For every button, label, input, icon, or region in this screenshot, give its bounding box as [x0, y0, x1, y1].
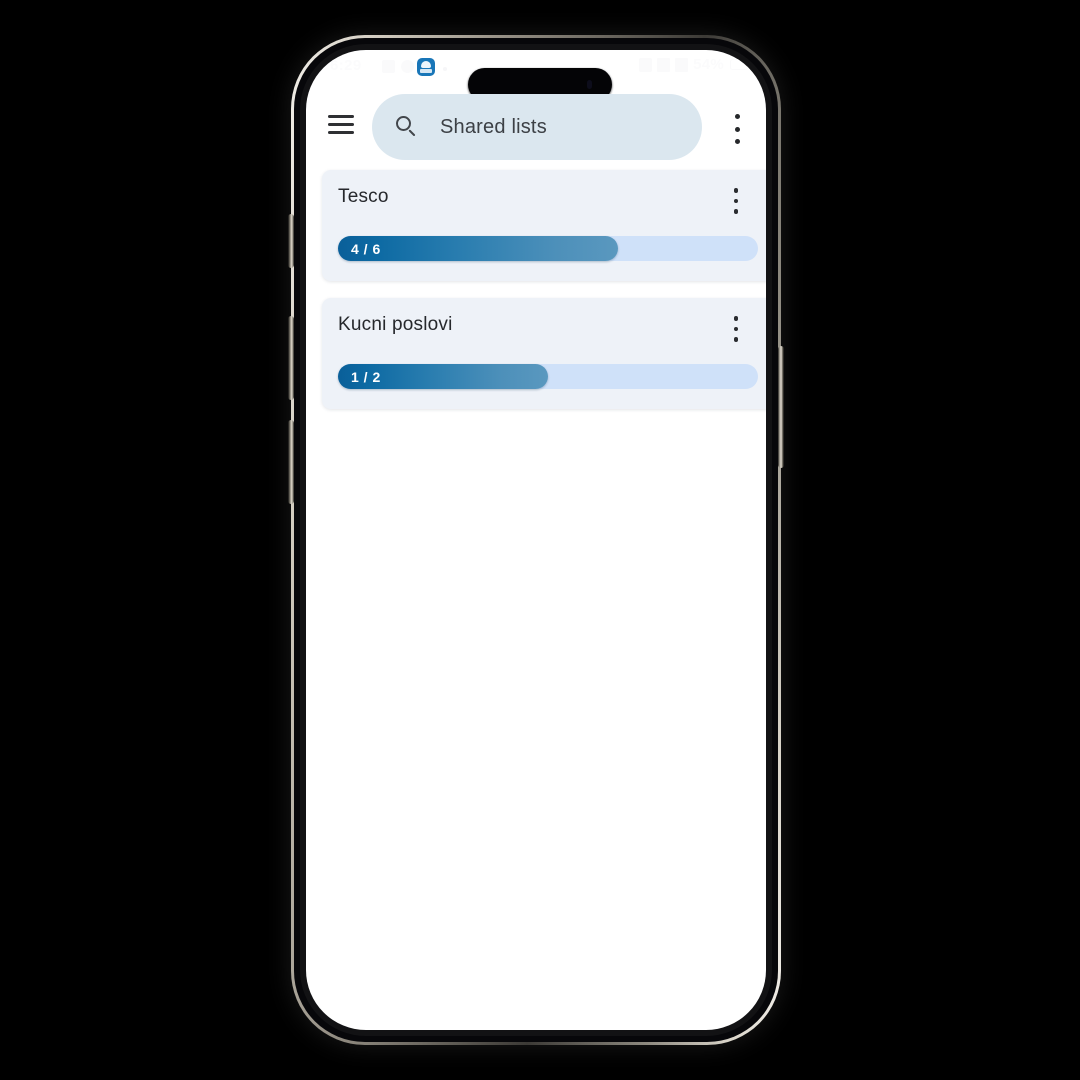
hamburger-line — [328, 123, 354, 126]
more-dot — [733, 188, 739, 193]
list-progress-label: 4 / 6 — [351, 240, 381, 257]
search-icon-handle — [408, 129, 416, 137]
list-progress-fill: 4 / 6 — [338, 236, 619, 261]
power-button[interactable] — [778, 346, 784, 468]
list-progress-track: 1 / 2 — [338, 364, 758, 389]
status-bar-right-cluster: 54% — [639, 56, 748, 73]
overflow-dot-icon — [443, 67, 447, 71]
more-dot — [734, 114, 740, 119]
battery-icon — [730, 59, 748, 70]
shared-lists-container: Tesco 4 / 6 Kucni poslovi 1 / 2 — [306, 170, 766, 1030]
alarm-icon — [639, 57, 653, 72]
list-overflow-menu-icon[interactable] — [727, 316, 745, 342]
list-item[interactable]: Tesco 4 / 6 — [322, 170, 766, 281]
blue-app-icon — [417, 58, 435, 76]
hamburger-menu-icon[interactable] — [328, 115, 354, 134]
volume-up-button[interactable] — [288, 316, 294, 400]
app-bar: Shared lists — [306, 88, 766, 170]
list-progress-track: 4 / 6 — [338, 236, 758, 261]
list-progress-fill: 1 / 2 — [338, 364, 548, 389]
more-dot — [733, 209, 739, 214]
list-progress-label: 1 / 2 — [351, 368, 381, 385]
battery-percent-label: 54% — [693, 56, 724, 73]
screenshot-stage: 6:29 54% Shared lists Tesco 4 / 6 Kucni … — [0, 0, 1080, 1080]
more-dot — [733, 326, 739, 332]
wifi-icon — [657, 57, 671, 72]
list-title: Tesco — [338, 186, 389, 207]
search-input-value: Shared lists — [440, 115, 547, 138]
hamburger-line — [328, 131, 354, 134]
list-overflow-menu-icon[interactable] — [727, 188, 745, 214]
list-item[interactable]: Kucni poslovi 1 / 2 — [322, 298, 766, 409]
signal-icon — [675, 57, 689, 72]
notification-icon-round — [401, 60, 414, 73]
more-dot — [734, 139, 740, 144]
search-icon — [396, 116, 418, 138]
mute-switch-button[interactable] — [288, 214, 294, 268]
more-dot — [734, 126, 740, 132]
more-dot — [733, 198, 739, 204]
more-dot — [733, 316, 739, 321]
volume-down-button[interactable] — [288, 420, 294, 504]
list-title: Kucni poslovi — [338, 314, 453, 335]
hamburger-line — [328, 115, 354, 118]
more-dot — [733, 337, 739, 342]
status-bar-time: 6:29 — [330, 57, 362, 74]
notification-icon — [382, 60, 395, 73]
search-input[interactable]: Shared lists — [372, 94, 702, 160]
more-vertical-icon[interactable] — [726, 114, 748, 144]
phone-screen: 6:29 54% Shared lists Tesco 4 / 6 Kucni … — [306, 50, 766, 1030]
